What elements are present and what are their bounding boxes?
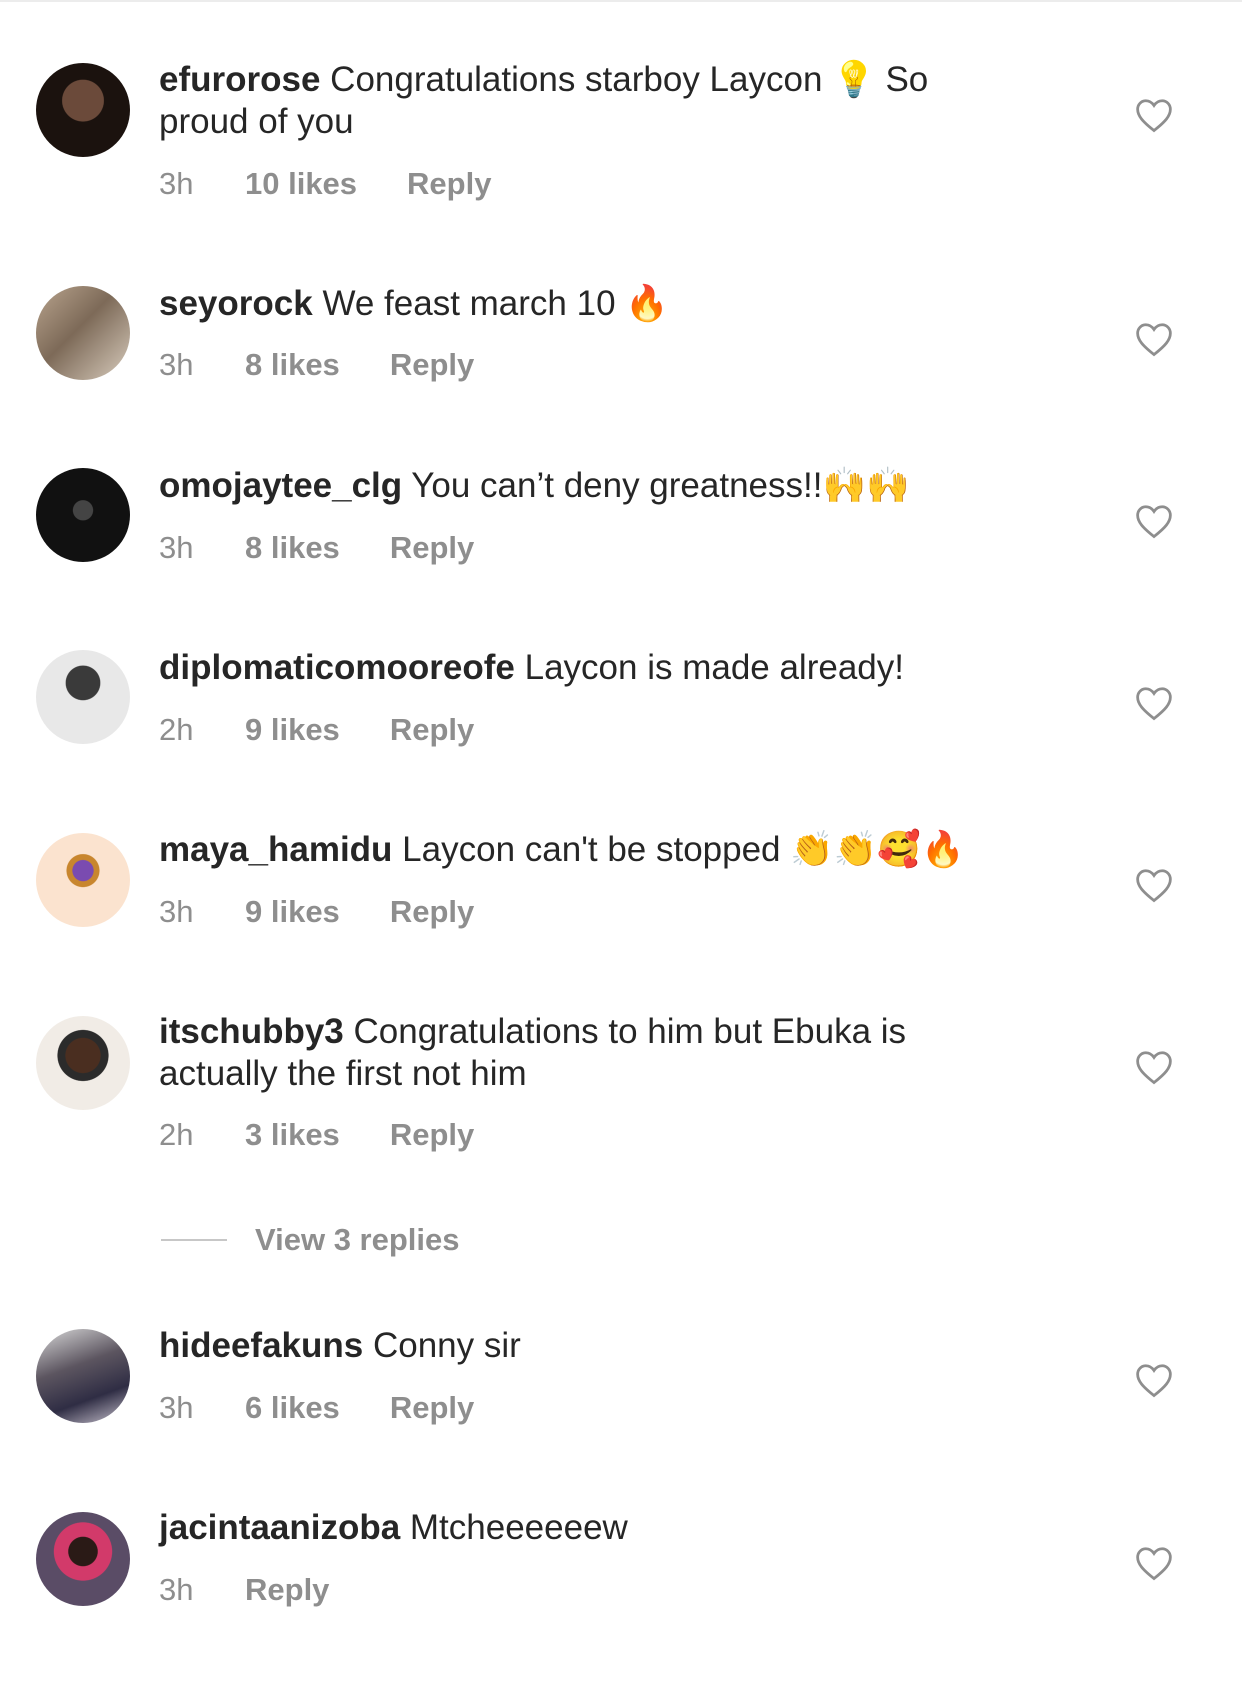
avatar[interactable] xyxy=(36,650,130,744)
comment-meta: 3h 6 likes Reply xyxy=(159,1390,474,1426)
comment-text: diplomaticomooreofe Laycon is made alrea… xyxy=(159,647,1019,689)
comment-meta: 2h 9 likes Reply xyxy=(159,712,474,748)
comment-time: 3h xyxy=(159,166,194,201)
avatar[interactable] xyxy=(36,1512,130,1606)
comment-time: 2h xyxy=(159,712,194,747)
comment-likes[interactable]: 9 likes xyxy=(245,712,340,748)
comment-meta: 3h 10 likes Reply xyxy=(159,166,491,202)
comment-text: seyorock We feast march 10 🔥 xyxy=(159,283,1019,325)
view-replies-button[interactable]: View 3 replies xyxy=(161,1222,460,1258)
heart-outline-icon[interactable] xyxy=(1134,97,1174,133)
comment-username[interactable]: efurorose xyxy=(159,60,320,99)
reply-button[interactable]: Reply xyxy=(390,530,474,566)
heart-outline-icon[interactable] xyxy=(1134,1545,1174,1581)
heart-outline-icon[interactable] xyxy=(1134,685,1174,721)
comment-meta: 2h 3 likes Reply xyxy=(159,1117,474,1153)
comment-time: 3h xyxy=(159,894,194,929)
comment-username[interactable]: omojaytee_clg xyxy=(159,466,402,505)
comment-meta: 3h 9 likes Reply xyxy=(159,894,474,930)
comment-time: 3h xyxy=(159,530,194,565)
reply-button[interactable]: Reply xyxy=(390,712,474,748)
comment-username[interactable]: itschubby3 xyxy=(159,1012,344,1051)
comment-likes[interactable]: 3 likes xyxy=(245,1117,340,1153)
comment-text: itschubby3 Congratulations to him but Eb… xyxy=(159,1011,1019,1095)
comment-username[interactable]: diplomaticomooreofe xyxy=(159,648,515,687)
comment-text: efurorose Congratulations starboy Laycon… xyxy=(159,59,1019,143)
comment-body: Laycon is made already! xyxy=(524,648,904,687)
top-divider xyxy=(0,0,1242,2)
avatar[interactable] xyxy=(36,286,130,380)
reply-button[interactable]: Reply xyxy=(390,1390,474,1426)
comment-likes[interactable]: 10 likes xyxy=(245,166,357,202)
comment-time: 2h xyxy=(159,1117,194,1152)
comment-body: We feast march 10 🔥 xyxy=(322,284,669,323)
avatar[interactable] xyxy=(36,833,130,927)
comment-username[interactable]: hideefakuns xyxy=(159,1326,363,1365)
reply-button[interactable]: Reply xyxy=(407,166,491,202)
heart-outline-icon[interactable] xyxy=(1134,321,1174,357)
comment-time: 3h xyxy=(159,1572,194,1607)
comment-body: Laycon can't be stopped 👏👏🥰🔥 xyxy=(402,830,965,869)
avatar[interactable] xyxy=(36,1016,130,1110)
reply-button[interactable]: Reply xyxy=(390,1117,474,1153)
comment-time: 3h xyxy=(159,347,194,382)
comment-likes[interactable]: 6 likes xyxy=(245,1390,340,1426)
view-replies-label[interactable]: View 3 replies xyxy=(255,1222,460,1258)
heart-outline-icon[interactable] xyxy=(1134,1362,1174,1398)
comment-time: 3h xyxy=(159,1390,194,1425)
comment-text: jacintaanizoba Mtcheeeeeew xyxy=(159,1507,1019,1549)
comment-username[interactable]: jacintaanizoba xyxy=(159,1508,400,1547)
comment-meta: 3h Reply xyxy=(159,1572,329,1608)
reply-button[interactable]: Reply xyxy=(245,1572,329,1608)
comment-text: omojaytee_clg You can’t deny greatness!!… xyxy=(159,465,1019,507)
comment-meta: 3h 8 likes Reply xyxy=(159,347,474,383)
heart-outline-icon[interactable] xyxy=(1134,867,1174,903)
comment-meta: 3h 8 likes Reply xyxy=(159,530,474,566)
comment-body: Conny sir xyxy=(372,1326,521,1365)
comment-username[interactable]: maya_hamidu xyxy=(159,830,392,869)
comment-body: You can’t deny greatness!!🙌🙌 xyxy=(411,466,910,505)
comment-likes[interactable]: 8 likes xyxy=(245,530,340,566)
comment-text: hideefakuns Conny sir xyxy=(159,1325,1019,1367)
comment-likes[interactable]: 8 likes xyxy=(245,347,340,383)
comment-username[interactable]: seyorock xyxy=(159,284,313,323)
avatar[interactable] xyxy=(36,1329,130,1423)
heart-outline-icon[interactable] xyxy=(1134,503,1174,539)
replies-divider xyxy=(161,1239,227,1241)
avatar[interactable] xyxy=(36,468,130,562)
avatar[interactable] xyxy=(36,63,130,157)
reply-button[interactable]: Reply xyxy=(390,894,474,930)
comment-likes[interactable]: 9 likes xyxy=(245,894,340,930)
comment-body: Mtcheeeeeew xyxy=(409,1508,628,1547)
reply-button[interactable]: Reply xyxy=(390,347,474,383)
comment-text: maya_hamidu Laycon can't be stopped 👏👏🥰🔥 xyxy=(159,829,1019,871)
heart-outline-icon[interactable] xyxy=(1134,1049,1174,1085)
